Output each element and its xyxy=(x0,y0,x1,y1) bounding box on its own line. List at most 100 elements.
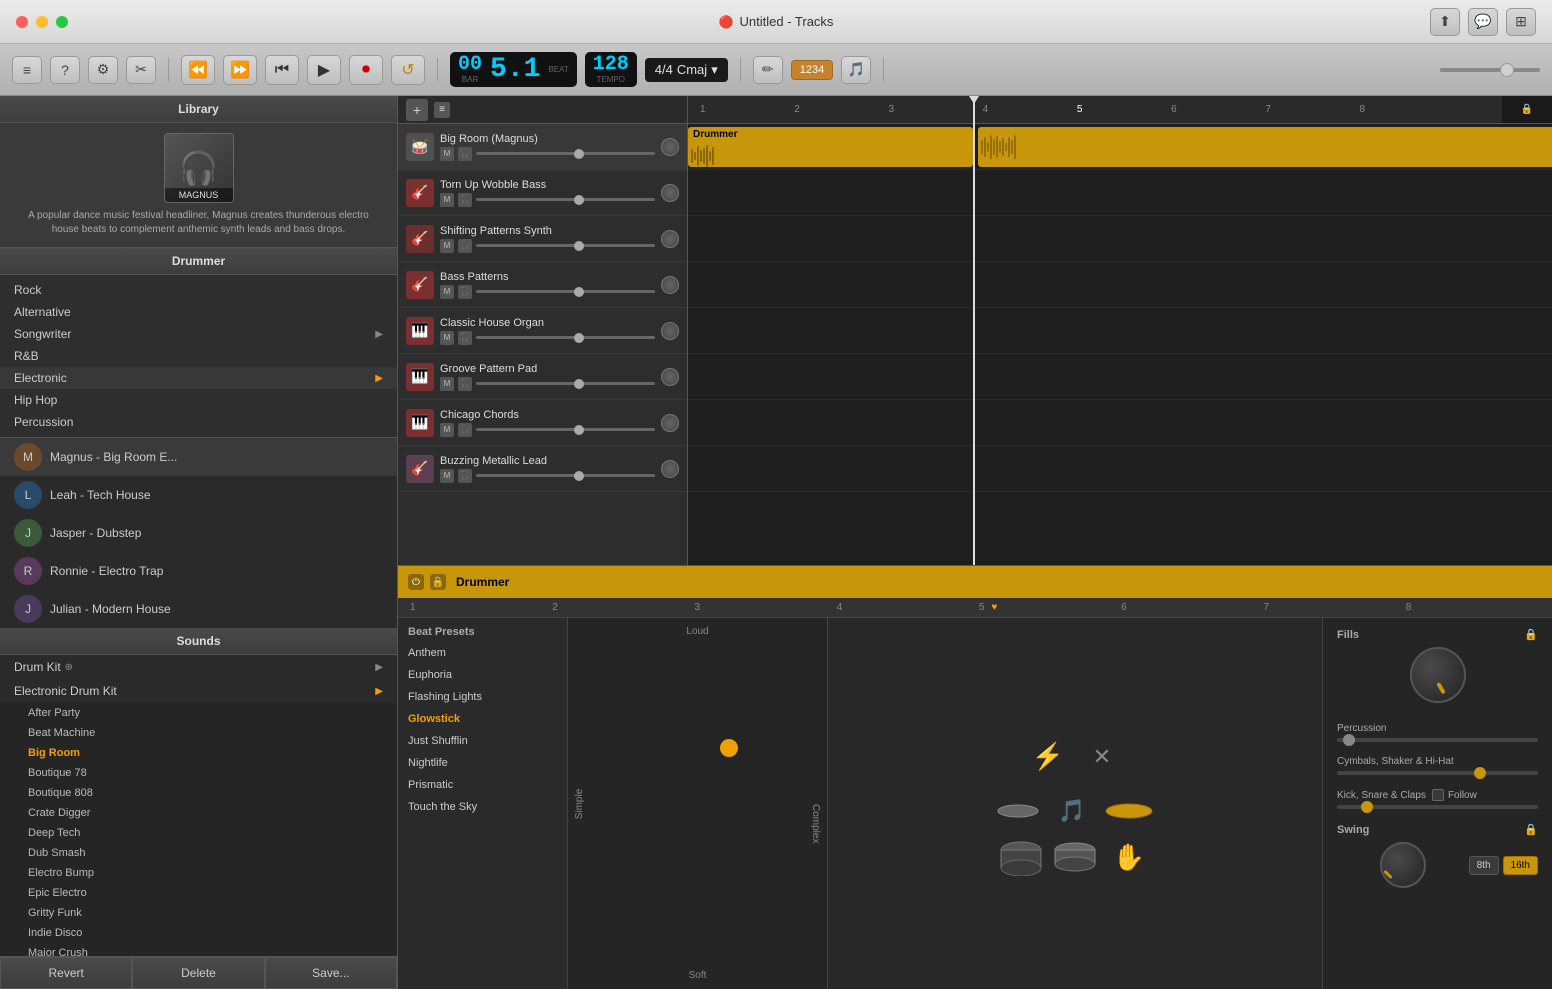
mute-button[interactable]: M xyxy=(440,285,454,299)
slider-thumb[interactable] xyxy=(574,241,584,251)
track-volume-slider[interactable] xyxy=(476,428,655,431)
sound-cat-drum-kit[interactable]: Drum Kit ⊕ ▶ xyxy=(0,655,397,679)
fast-forward-button[interactable]: ⏩ xyxy=(223,55,257,85)
headphones-icon[interactable]: 🎧 xyxy=(458,377,472,391)
slider-thumb[interactable] xyxy=(574,333,584,343)
track-item-buzzing[interactable]: 🎸 Buzzing Metallic Lead M 🎧 xyxy=(398,446,687,492)
rewind-button[interactable]: ⏪ xyxy=(181,55,215,85)
record-button[interactable]: ⏺ xyxy=(349,55,383,85)
drummer-header-lock[interactable]: 🔒 xyxy=(430,574,446,590)
slider-thumb[interactable] xyxy=(574,195,584,205)
preset-leah[interactable]: L Leah - Tech House xyxy=(0,476,397,514)
sidebar-item-percussion[interactable]: Percussion xyxy=(0,411,397,433)
sound-indie-disco[interactable]: Indie Disco xyxy=(0,923,397,943)
track-item-classic-house[interactable]: 🎹 Classic House Organ M 🎧 xyxy=(398,308,687,354)
track-volume-slider[interactable] xyxy=(476,152,655,155)
sound-gritty-funk[interactable]: Gritty Funk xyxy=(0,903,397,923)
slider-thumb[interactable] xyxy=(574,149,584,159)
time-sig-display[interactable]: 4/4 Cmaj ▾ xyxy=(645,58,728,82)
sound-boutique-78[interactable]: Boutique 78 xyxy=(0,763,397,783)
slider-thumb[interactable] xyxy=(574,425,584,435)
track-item-torn-up[interactable]: 🎸 Torn Up Wobble Bass M 🎧 xyxy=(398,170,687,216)
headphones-icon[interactable]: 🎧 xyxy=(458,423,472,437)
maximize-button[interactable] xyxy=(56,16,68,28)
to-start-button[interactable]: ⏮ xyxy=(265,55,299,85)
headphones-icon[interactable]: 🎧 xyxy=(458,147,472,161)
save-button[interactable]: Save... xyxy=(265,957,397,989)
sound-big-room[interactable]: Big Room xyxy=(0,743,397,763)
preset-just-shufflin[interactable]: Just Shufflin xyxy=(398,730,567,752)
kick-slider[interactable] xyxy=(1337,805,1538,809)
headphones-icon[interactable]: 🎧 xyxy=(458,331,472,345)
help-button[interactable]: ? xyxy=(50,56,80,84)
pencil-button[interactable]: ✏ xyxy=(753,56,783,84)
mute-button[interactable]: M xyxy=(440,469,454,483)
settings-button[interactable]: ⚙ xyxy=(88,56,118,84)
preset-magnus[interactable]: M Magnus - Big Room E... xyxy=(0,438,397,476)
library-button[interactable]: ≡ xyxy=(12,56,42,84)
master-volume-slider[interactable] xyxy=(1440,68,1540,72)
sidebar-item-electronic[interactable]: Electronic ▶ xyxy=(0,367,397,389)
percussion-slider[interactable] xyxy=(1337,738,1538,742)
chat-button[interactable]: 💬 xyxy=(1468,8,1498,36)
scissors-button[interactable]: ✂ xyxy=(126,56,156,84)
slider-thumb[interactable] xyxy=(574,287,584,297)
region-drummer-pre[interactable]: Drummer xyxy=(688,127,973,167)
track-options-button[interactable]: ≡ xyxy=(434,102,450,118)
track-volume-slider[interactable] xyxy=(476,198,655,201)
sound-dub-smash[interactable]: Dub Smash xyxy=(0,843,397,863)
sound-epic-electro[interactable]: Epic Electro xyxy=(0,883,397,903)
track-pan-dial[interactable] xyxy=(661,184,679,202)
track-item-groove-pad[interactable]: 🎹 Groove Pattern Pad M 🎧 xyxy=(398,354,687,400)
swing-lock-icon[interactable]: 🔒 xyxy=(1524,823,1538,836)
note-8th-button[interactable]: 8th xyxy=(1469,856,1499,875)
sidebar-item-hiphop[interactable]: Hip Hop xyxy=(0,389,397,411)
track-pan-dial[interactable] xyxy=(661,414,679,432)
headphones-icon[interactable]: 🎧 xyxy=(458,469,472,483)
preset-prismatic[interactable]: Prismatic xyxy=(398,774,567,796)
add-track-button[interactable]: + xyxy=(406,99,428,121)
track-pan-dial[interactable] xyxy=(661,138,679,156)
track-region-bass[interactable] xyxy=(688,262,1552,308)
track-pan-dial[interactable] xyxy=(661,276,679,294)
sound-electro-bump[interactable]: Electro Bump xyxy=(0,863,397,883)
mute-button[interactable]: M xyxy=(440,423,454,437)
track-region-torn-up[interactable] xyxy=(688,170,1552,216)
track-volume-slider[interactable] xyxy=(476,290,655,293)
hihat-open-icon[interactable] xyxy=(996,802,1040,820)
preset-flashing-lights[interactable]: Flashing Lights xyxy=(398,686,567,708)
shaker-icon[interactable]: 🎵 xyxy=(1050,798,1094,824)
track-region-chicago[interactable] xyxy=(688,400,1552,446)
sound-deep-tech[interactable]: Deep Tech xyxy=(0,823,397,843)
sidebar-item-rb[interactable]: R&B xyxy=(0,345,397,367)
sound-after-party[interactable]: After Party xyxy=(0,703,397,723)
sound-major-crush[interactable]: Major Crush xyxy=(0,943,397,956)
sidebar-item-songwriter[interactable]: Songwriter ▶ xyxy=(0,323,397,345)
cymbal-icon[interactable] xyxy=(1104,802,1154,820)
snare-icon[interactable] xyxy=(1053,840,1097,876)
revert-button[interactable]: Revert xyxy=(0,957,132,989)
track-item-chicago[interactable]: 🎹 Chicago Chords M 🎧 xyxy=(398,400,687,446)
preset-nightlife[interactable]: Nightlife xyxy=(398,752,567,774)
preset-glowstick[interactable]: Glowstick xyxy=(398,708,567,730)
preset-jasper[interactable]: J Jasper - Dubstep xyxy=(0,514,397,552)
preset-euphoria[interactable]: Euphoria xyxy=(398,664,567,686)
slider-thumb[interactable] xyxy=(574,379,584,389)
x-button[interactable]: ✕ xyxy=(1080,744,1124,770)
kick-slider-thumb[interactable] xyxy=(1361,801,1373,813)
fills-knob[interactable] xyxy=(1410,647,1466,703)
track-region-drummer[interactable]: Drummer xyxy=(688,124,1552,170)
sidebar-item-alternative[interactable]: Alternative xyxy=(0,301,397,323)
xy-control-dot[interactable] xyxy=(720,739,738,757)
track-item-bass-patterns[interactable]: 🎸 Bass Patterns M 🎧 xyxy=(398,262,687,308)
preset-touch-sky[interactable]: Touch the Sky xyxy=(398,796,567,818)
fills-lock-icon[interactable]: 🔒 xyxy=(1524,628,1538,641)
track-region-buzzing[interactable] xyxy=(688,446,1552,492)
percussion-slider-thumb[interactable] xyxy=(1343,734,1355,746)
preset-julian[interactable]: J Julian - Modern House xyxy=(0,590,397,628)
sound-beat-machine[interactable]: Beat Machine xyxy=(0,723,397,743)
track-volume-slider[interactable] xyxy=(476,474,655,477)
share-button[interactable]: ⬆ xyxy=(1430,8,1460,36)
preset-ronnie[interactable]: R Ronnie - Electro Trap xyxy=(0,552,397,590)
track-volume-slider[interactable] xyxy=(476,244,655,247)
